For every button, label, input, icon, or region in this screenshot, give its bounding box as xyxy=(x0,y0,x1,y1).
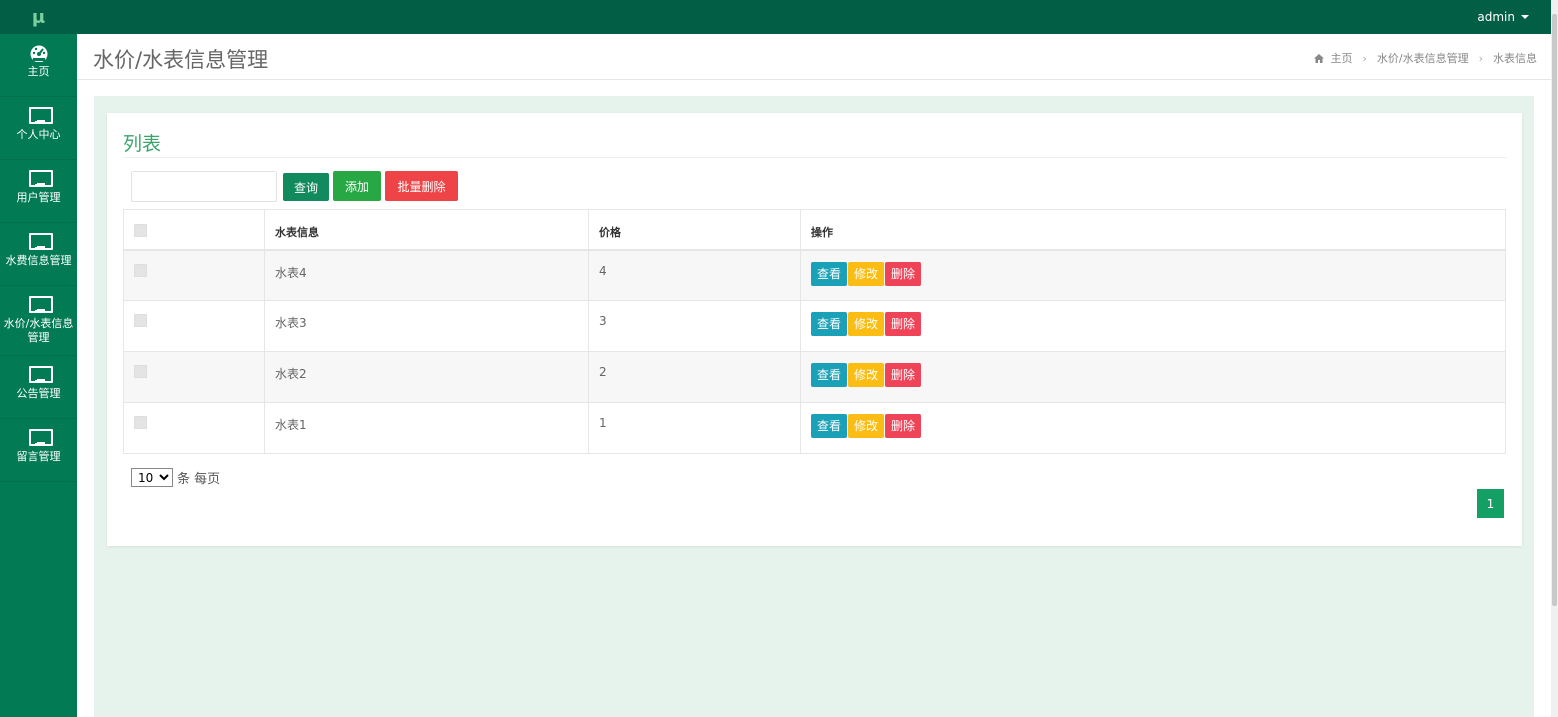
price-cell: 4 xyxy=(588,249,801,301)
price-cell: 2 xyxy=(588,351,801,403)
monitor-icon xyxy=(28,107,53,125)
edit-button[interactable]: 修改 xyxy=(848,414,885,438)
delete-button[interactable]: 删除 xyxy=(885,363,922,387)
sidebar-item-label: 水费信息管理 xyxy=(5,254,72,267)
search-input[interactable] xyxy=(131,171,277,202)
edit-button[interactable]: 修改 xyxy=(848,312,885,336)
view-button[interactable]: 查看 xyxy=(811,363,848,387)
page-size-control: 10 条 每页 xyxy=(131,468,220,487)
monitor-icon xyxy=(28,170,53,188)
column-header-actions: 操作 xyxy=(800,209,1506,251)
row-select-cell xyxy=(123,402,265,454)
logo: μ xyxy=(31,6,46,28)
sidebar-item-home[interactable]: 主页 xyxy=(0,34,77,97)
sidebar-item-label: 主页 xyxy=(27,65,50,78)
column-header-price: 价格 xyxy=(588,209,801,251)
meter-cell: 水表4 xyxy=(264,249,589,301)
delete-button[interactable]: 删除 xyxy=(885,414,922,438)
actions-cell: 查看 修改 删除 xyxy=(800,402,1506,454)
header-select-all xyxy=(123,209,265,251)
sidebar: 主页 个人中心 用户管理 水费信息管理 水价/水表信息管理 公告管理 留言管理 xyxy=(0,34,77,717)
row-checkbox[interactable] xyxy=(134,314,147,327)
caret-down-icon xyxy=(1521,15,1529,19)
sidebar-item-profile[interactable]: 个人中心 xyxy=(0,97,77,160)
row-select-cell xyxy=(123,351,265,403)
price-cell: 3 xyxy=(588,300,801,352)
row-checkbox[interactable] xyxy=(134,365,147,378)
page-title: 水价/水表信息管理 xyxy=(93,48,269,72)
delete-button[interactable]: 删除 xyxy=(885,261,922,286)
row-select-cell xyxy=(123,300,265,352)
actions-cell: 查看 修改 删除 xyxy=(800,300,1506,352)
monitor-icon xyxy=(28,429,53,447)
home-icon xyxy=(1314,53,1325,63)
sidebar-item-water-fee[interactable]: 水费信息管理 xyxy=(0,223,77,286)
table-header-row: 水表信息 价格 操作 xyxy=(123,209,1506,251)
add-button[interactable]: 添加 xyxy=(333,171,381,201)
monitor-icon xyxy=(28,366,53,384)
view-button[interactable]: 查看 xyxy=(811,414,848,438)
meter-cell: 水表1 xyxy=(264,402,589,454)
sidebar-item-label: 用户管理 xyxy=(16,191,61,204)
table-row: 水表4 4 查看 修改 删除 xyxy=(123,249,1506,301)
sidebar-item-water-meter[interactable]: 水价/水表信息管理 xyxy=(0,286,77,356)
breadcrumb-separator: › xyxy=(1362,51,1367,65)
row-checkbox[interactable] xyxy=(134,416,147,429)
actions-cell: 查看 修改 删除 xyxy=(800,351,1506,403)
breadcrumb: 主页 › 水价/水表信息管理 › 水表信息 xyxy=(1314,50,1537,66)
edit-button[interactable]: 修改 xyxy=(848,363,885,387)
actions-cell: 查看 修改 删除 xyxy=(800,249,1506,301)
column-header-meter: 水表信息 xyxy=(264,209,589,251)
delete-button[interactable]: 删除 xyxy=(885,312,922,336)
table-row: 水表1 1 查看 修改 删除 xyxy=(123,402,1506,454)
sidebar-item-label: 水价/水表信息管理 xyxy=(3,317,74,344)
price-cell: 1 xyxy=(588,402,801,454)
table-row: 水表2 2 查看 修改 删除 xyxy=(123,351,1506,403)
sidebar-item-notice[interactable]: 公告管理 xyxy=(0,356,77,419)
page-size-label: 条 每页 xyxy=(177,472,221,487)
top-bar: μ admin xyxy=(0,0,1551,34)
sidebar-item-message[interactable]: 留言管理 xyxy=(0,419,77,482)
breadcrumb-separator: › xyxy=(1478,51,1483,65)
page-1-button[interactable]: 1 xyxy=(1477,489,1504,518)
breadcrumb-section[interactable]: 水价/水表信息管理 xyxy=(1377,50,1469,66)
data-table: 水表信息 价格 操作 水表4 4 查看修改删除 水表3 3 查看修改删除 xyxy=(123,209,1506,454)
batch-delete-button[interactable]: 批量删除 xyxy=(385,171,458,201)
page-size-select[interactable]: 10 xyxy=(131,468,173,487)
query-button[interactable]: 查询 xyxy=(283,173,329,201)
dashboard-icon xyxy=(30,45,47,62)
meter-cell: 水表3 xyxy=(264,300,589,352)
monitor-icon xyxy=(28,233,53,251)
page-header: 水价/水表信息管理 主页 › 水价/水表信息管理 › 水表信息 xyxy=(77,34,1551,80)
card-title: 列表 xyxy=(123,133,162,155)
view-button[interactable]: 查看 xyxy=(811,261,848,286)
sidebar-item-label: 留言管理 xyxy=(16,450,61,463)
edit-button[interactable]: 修改 xyxy=(848,261,885,286)
user-menu[interactable]: admin xyxy=(1477,0,1529,34)
sidebar-item-label: 个人中心 xyxy=(16,128,61,141)
select-all-checkbox[interactable] xyxy=(134,224,147,237)
meter-cell: 水表2 xyxy=(264,351,589,403)
view-button[interactable]: 查看 xyxy=(811,312,848,336)
breadcrumb-home[interactable]: 主页 xyxy=(1330,50,1352,66)
monitor-icon xyxy=(28,296,53,314)
card-divider xyxy=(123,157,1507,158)
scrollbar[interactable] xyxy=(1551,0,1558,717)
breadcrumb-current: 水表信息 xyxy=(1493,52,1537,65)
list-card: 列表 查询 添加 批量删除 水表信息 价格 操作 水表4 4 查看修改删除 xyxy=(107,113,1522,546)
table-row: 水表3 3 查看 修改 删除 xyxy=(123,300,1506,352)
sidebar-item-label: 公告管理 xyxy=(16,387,61,400)
scrollbar-thumb[interactable] xyxy=(1552,14,1557,606)
user-name: admin xyxy=(1477,10,1515,24)
row-checkbox[interactable] xyxy=(134,263,147,277)
sidebar-item-users[interactable]: 用户管理 xyxy=(0,160,77,223)
row-select-cell xyxy=(123,249,265,301)
